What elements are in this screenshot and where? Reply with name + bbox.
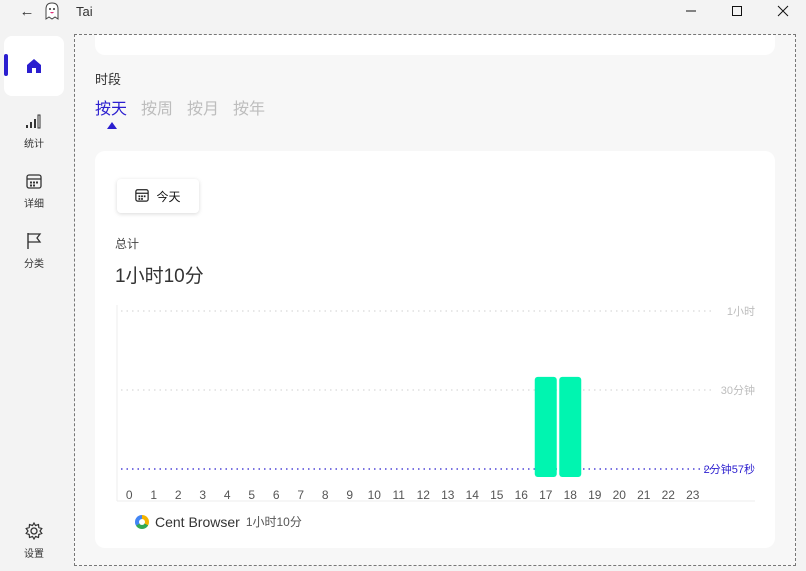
sidebar-item-label: 设置 [24, 548, 44, 560]
cent-browser-icon [135, 514, 149, 529]
date-picker-button[interactable]: 今天 [117, 179, 199, 213]
maximize-icon [732, 6, 742, 16]
x-tick-label: 16 [515, 488, 529, 502]
x-tick-label: 20 [613, 488, 627, 502]
x-tick-label: 9 [346, 488, 353, 502]
x-tick-label: 19 [588, 488, 602, 502]
reference-line-label: 30分钟 [721, 383, 755, 397]
active-indicator [4, 54, 8, 76]
tab-year[interactable]: 按年 [233, 95, 265, 119]
reference-line-label: 2分钟57秒 [704, 462, 755, 476]
close-button[interactable] [760, 0, 806, 22]
total-value: 1小时10分 [115, 266, 204, 287]
calendar-icon [24, 171, 44, 191]
summary-card: 今天 总计 1小时10分 1小时 30分钟 2分钟57秒 0 1 2 3 4 5 6 7 8 9 10 11… [95, 151, 775, 548]
total-label: 总计 [115, 237, 140, 251]
tab-week[interactable]: 按周 [141, 95, 173, 119]
reference-line-label: 1小时 [727, 305, 755, 318]
sidebar-item-label: 分类 [24, 258, 44, 270]
chart-svg: 1小时30分钟2分钟57秒0 1 2 3 4 5 6 7 8 9 10 11 12 13 14 15 16 17 1… [116, 305, 755, 502]
back-arrow-icon[interactable]: ← [18, 3, 36, 21]
x-tick-label: 1 [150, 488, 157, 502]
sidebar-item-home[interactable] [4, 36, 64, 96]
x-tick-label: 21 [637, 488, 651, 502]
x-tick-label: 0 [126, 488, 133, 502]
home-icon [24, 56, 44, 76]
close-icon [777, 5, 789, 17]
x-tick-label: 6 [273, 488, 280, 502]
tab-day[interactable]: 按天 [95, 95, 127, 119]
x-tick-label: 11 [393, 488, 406, 502]
x-tick-label: 10 [368, 488, 382, 502]
x-tick-label: 17 [539, 488, 553, 502]
flag-icon [24, 231, 44, 251]
x-tick-label: 12 [417, 488, 431, 502]
legend-app-name: Cent Browser [155, 513, 240, 530]
x-tick-label: 3 [199, 488, 206, 502]
x-tick-label: 23 [686, 488, 700, 502]
x-tick-label: 4 [224, 488, 231, 502]
x-tick-label: 13 [441, 488, 455, 502]
sidebar: 统计 详细 分类 设置 [0, 28, 70, 571]
gear-icon [24, 521, 44, 541]
signal-bars-icon [24, 111, 44, 131]
period-tabs: 按天 按周 按月 按年 [95, 95, 265, 119]
sidebar-item-stats[interactable]: 统计 [4, 102, 64, 158]
title-bar: ← Tai [0, 0, 806, 24]
main-content[interactable]: 时段 按天 按周 按月 按年 今天 总计 1小时10分 1小时 30分钟 2分钟57… [74, 34, 796, 566]
period-label: 时段 [95, 72, 122, 87]
maximize-button[interactable] [714, 0, 760, 22]
top-card [95, 35, 775, 55]
date-button-label: 今天 [156, 189, 181, 204]
sidebar-item-label: 统计 [24, 138, 44, 150]
app-logo-icon [42, 1, 62, 21]
window-title: Tai [76, 4, 93, 19]
sidebar-item-label: 详细 [24, 198, 44, 210]
x-tick-label: 2 [175, 488, 182, 502]
minimize-button[interactable] [668, 0, 714, 22]
x-tick-label: 14 [466, 488, 480, 502]
chart-bar [534, 376, 557, 477]
x-tick-label: 8 [322, 488, 329, 502]
chart-legend[interactable]: Cent Browser 1小时10分 [135, 513, 302, 530]
sidebar-item-categories[interactable]: 分类 [4, 222, 64, 278]
x-tick-label: 5 [248, 488, 255, 502]
tab-month[interactable]: 按月 [187, 95, 219, 119]
sidebar-item-details[interactable]: 详细 [4, 162, 64, 218]
legend-app-duration: 1小时10分 [245, 515, 302, 529]
x-tick-label: 15 [490, 488, 504, 502]
x-tick-label: 18 [564, 488, 578, 502]
x-tick-label: 22 [662, 488, 676, 502]
active-tab-caret-icon [107, 122, 117, 129]
minimize-icon [686, 10, 696, 12]
x-tick-label: 7 [297, 488, 304, 502]
calendar-icon [135, 188, 150, 205]
chart-bar [559, 376, 582, 477]
sidebar-item-settings[interactable]: 设置 [4, 512, 64, 568]
hourly-bar-chart: 1小时 30分钟 2分钟57秒 0 1 2 3 4 5 6 7 8 9 10 11 12 13 14 15 16 17 1… [115, 301, 755, 511]
